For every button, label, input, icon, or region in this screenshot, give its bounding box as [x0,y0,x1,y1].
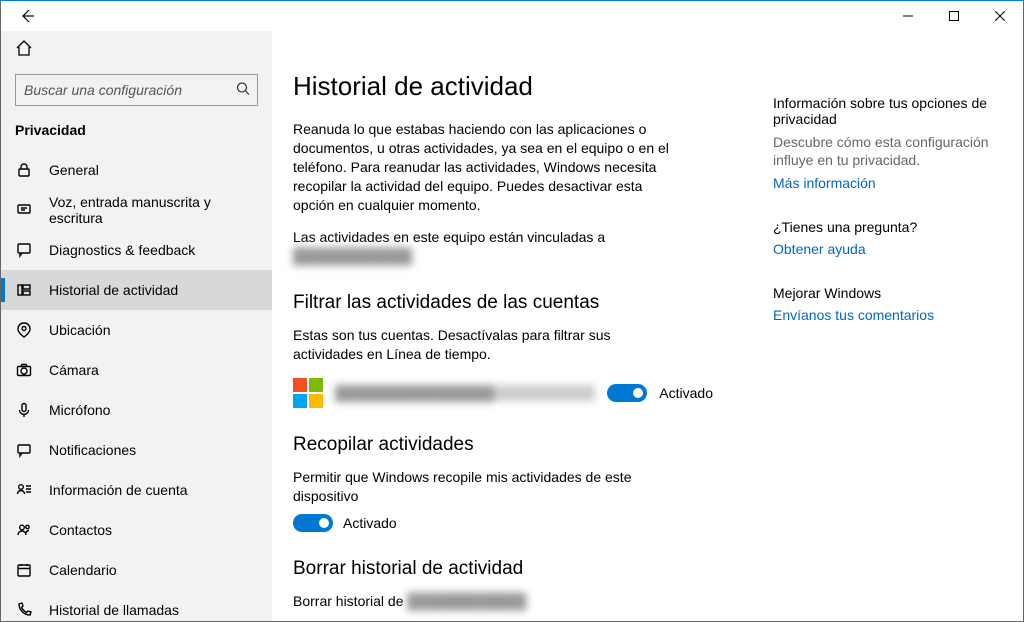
nav-label: Historial de llamadas [49,602,179,618]
mic-icon [15,401,33,419]
get-help-link[interactable]: Obtener ayuda [773,241,866,257]
nav-call-history[interactable]: Historial de llamadas [1,590,272,621]
collect-heading: Recopilar actividades [293,434,713,456]
nav-label: Notificaciones [49,442,136,458]
aside-privacy-desc: Descubre cómo esta configuración influye… [773,133,995,169]
nav-label: Voz, entrada manuscrita y escritura [49,194,258,226]
feedback-icon [15,241,33,259]
linked-account-value: ████████████ [293,247,412,266]
nav-account-info[interactable]: Información de cuenta [1,470,272,510]
nav-label: Ubicación [49,322,110,338]
aside-improve-title: Mejorar Windows [773,285,995,301]
search-icon [236,82,250,99]
clear-account: ████████████ [407,592,526,611]
nav-calendar[interactable]: Calendario [1,550,272,590]
nav-activity-history[interactable]: Historial de actividad [1,270,272,310]
maximize-button[interactable] [931,1,977,31]
aside-privacy-title: Información sobre tus opciones de privac… [773,95,995,127]
close-button[interactable] [977,1,1023,31]
microsoft-logo-icon [293,378,323,408]
collect-desc: Permitir que Windows recopile mis activi… [293,468,673,506]
search-input[interactable] [15,74,258,106]
category-label: Privacidad [1,116,272,150]
linked-prefix: Las actividades en este equipo están vin… [293,229,605,245]
account-row: ████████████████ Activado [293,378,713,408]
nav-location[interactable]: Ubicación [1,310,272,350]
aside-question-title: ¿Tienes una pregunta? [773,219,995,235]
nav-label: Información de cuenta [49,482,188,498]
titlebar [1,1,1023,31]
aside-panel: Información sobre tus opciones de privac… [713,71,1013,621]
camera-icon [15,361,33,379]
nav-contacts[interactable]: Contactos [1,510,272,550]
minimize-button[interactable] [885,1,931,31]
clear-heading: Borrar historial de actividad [293,558,713,580]
nav-label: Calendario [49,562,117,578]
more-info-link[interactable]: Más información [773,175,876,191]
history-icon [15,281,33,299]
nav-label: Contactos [49,522,112,538]
calendar-icon [15,561,33,579]
filter-heading: Filtrar las actividades de las cuentas [293,292,713,314]
account-toggle[interactable] [607,384,647,402]
nav-label: Diagnostics & feedback [49,242,195,258]
nav-speech[interactable]: Voz, entrada manuscrita y escritura [1,190,272,230]
filter-desc: Estas son tus cuentas. Desactívalas para… [293,326,673,364]
feedback-link[interactable]: Envíanos tus comentarios [773,307,934,323]
nav-label: Historial de actividad [49,282,178,298]
page-title: Historial de actividad [293,71,713,102]
back-button[interactable] [13,2,41,30]
contacts-icon [15,521,33,539]
account-name: ████████████████ [335,385,595,401]
sidebar: Privacidad General Voz, entrada manuscri… [1,31,273,621]
notif-icon [15,441,33,459]
nav-label: Cámara [49,362,99,378]
settings-window: Privacidad General Voz, entrada manuscri… [0,0,1024,622]
nav-microphone[interactable]: Micrófono [1,390,272,430]
nav-list: General Voz, entrada manuscrita y escrit… [1,150,272,621]
collect-toggle[interactable] [293,514,333,532]
lock-icon [15,161,33,179]
main-panel: Historial de actividad Reanuda lo que es… [273,31,1023,621]
speech-icon [15,201,33,219]
nav-diagnostics[interactable]: Diagnostics & feedback [1,230,272,270]
nav-notifications[interactable]: Notificaciones [1,430,272,470]
intro-text: Reanuda lo que estabas haciendo con las … [293,120,673,214]
clear-prefix: Borrar historial de [293,593,404,609]
nav-camera[interactable]: Cámara [1,350,272,390]
collect-toggle-label: Activado [343,515,397,531]
home-icon[interactable] [15,44,33,61]
nav-label: General [49,162,99,178]
location-icon [15,321,33,339]
account-toggle-label: Activado [659,385,713,401]
nav-general[interactable]: General [1,150,272,190]
linked-account-text: Las actividades en este equipo están vin… [293,228,673,266]
phone-icon [15,601,33,619]
clear-text: Borrar historial de ████████████ [293,592,673,611]
nav-label: Micrófono [49,402,110,418]
account-icon [15,481,33,499]
